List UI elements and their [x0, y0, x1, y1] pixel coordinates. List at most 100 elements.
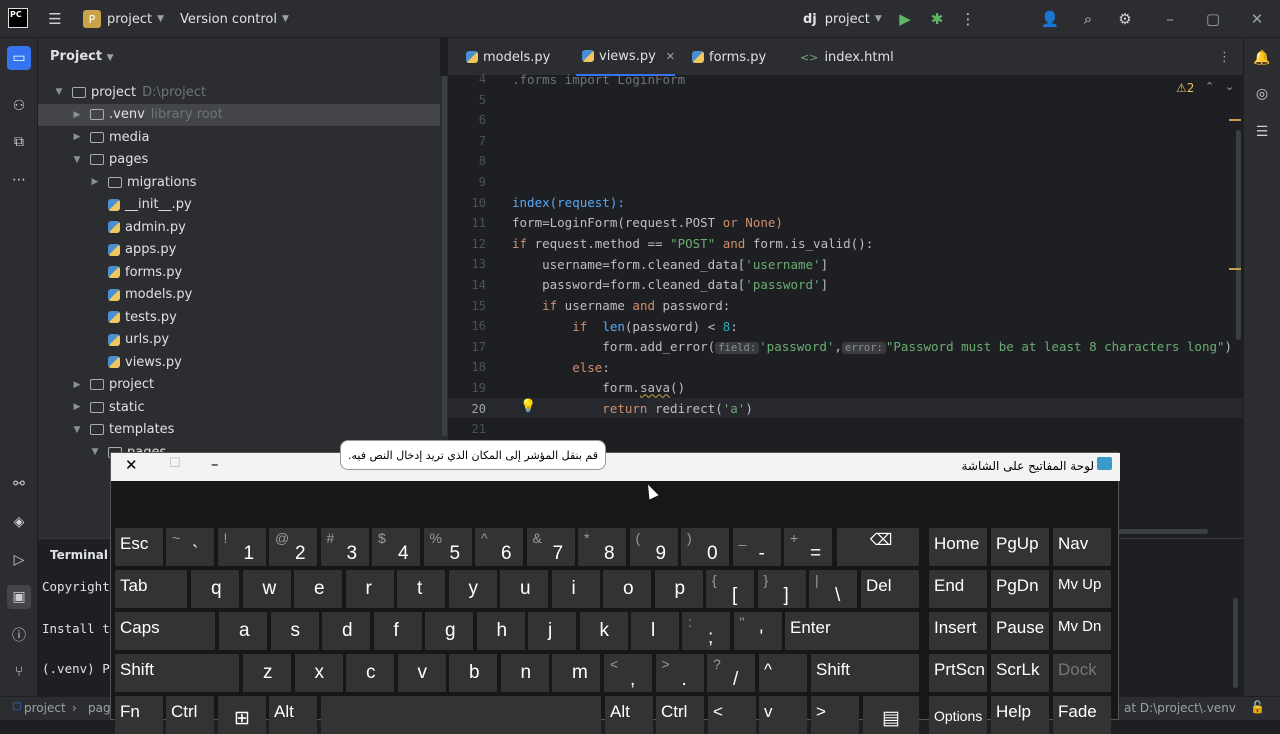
tab-views-py[interactable]: views.py ✕	[576, 38, 676, 76]
key-symbol[interactable]: {[	[706, 570, 754, 608]
key-caps[interactable]: Caps	[115, 612, 215, 650]
key-letter[interactable]: j	[528, 612, 576, 650]
key-symbol[interactable]: :;	[682, 612, 730, 650]
key-letter[interactable]: n	[500, 654, 549, 692]
key-windows[interactable]: ⊞	[218, 696, 266, 734]
key-digit[interactable]: @2	[269, 528, 317, 566]
run-config-selector[interactable]: dj project ▼	[803, 0, 882, 38]
key-letter[interactable]: x	[294, 654, 343, 692]
key-pgdn[interactable]: PgDn	[991, 570, 1049, 608]
chevron-down-icon[interactable]: ▼	[88, 447, 102, 457]
key-letter[interactable]: i	[551, 570, 600, 608]
key-letter[interactable]: m	[552, 654, 600, 692]
lock-icon[interactable]: 🔓	[1250, 700, 1265, 714]
close-tab-icon[interactable]: ✕	[666, 50, 675, 63]
key-symbol[interactable]: }]	[757, 570, 806, 608]
key-digit[interactable]: _ -	[732, 528, 781, 566]
tree-item[interactable]: tests.py	[38, 306, 440, 328]
key-esc[interactable]: Esc	[115, 528, 163, 566]
key-digit[interactable]: ~ `	[166, 528, 214, 566]
osk-close-icon[interactable]: ✕	[125, 456, 138, 474]
key-pause[interactable]: Pause	[991, 612, 1049, 650]
key-alt-right[interactable]: Alt	[605, 696, 653, 734]
key-dock[interactable]: Dock	[1053, 654, 1111, 692]
key-digit[interactable]: ) 0	[681, 528, 729, 566]
python-console-icon[interactable]: ⚯	[7, 472, 31, 496]
run-icon[interactable]: ▶	[895, 9, 915, 29]
chevron-right-icon[interactable]: ▶	[70, 402, 84, 412]
tab-index-html[interactable]: <> index.html	[800, 38, 894, 76]
key-arrow-up[interactable]: ^	[759, 654, 807, 692]
key-letter[interactable]: g	[425, 612, 473, 650]
key-symbol[interactable]: | \	[809, 570, 857, 608]
run-tool-icon[interactable]: ▷	[7, 548, 31, 572]
chevron-down-icon[interactable]: ▼	[70, 155, 84, 165]
chevron-down-icon[interactable]: ▼	[70, 425, 84, 435]
tree-item[interactable]: ▶ media	[38, 126, 440, 148]
key-space[interactable]	[321, 696, 601, 734]
layers-icon[interactable]: ◈	[7, 510, 31, 534]
main-menu-icon[interactable]: ☰	[45, 9, 65, 29]
prev-highlight-icon[interactable]: ⌃	[1205, 80, 1214, 93]
project-switcher[interactable]: P project ▼	[83, 0, 164, 38]
tree-item[interactable]: ▶ static	[38, 396, 440, 418]
key-fn[interactable]: Fn	[115, 696, 163, 734]
maximize-icon[interactable]: ▢	[1203, 9, 1223, 29]
key-del[interactable]: Del	[861, 570, 919, 608]
key-ctrl-right[interactable]: Ctrl	[656, 696, 704, 734]
key-letter[interactable]: b	[449, 654, 497, 692]
key-home[interactable]: Home	[929, 528, 987, 566]
breadcrumb-project[interactable]: project	[24, 701, 66, 715]
more-actions-icon[interactable]: ⋮	[958, 9, 978, 29]
next-highlight-icon[interactable]: ⌄	[1225, 80, 1234, 93]
tab-models-py[interactable]: models.py	[460, 38, 550, 76]
key-end[interactable]: End	[929, 570, 987, 608]
structure-icon[interactable]: ⚇	[7, 94, 31, 118]
key-insert[interactable]: Insert	[929, 612, 987, 650]
key-letter[interactable]: w	[242, 570, 291, 608]
key-help[interactable]: Help	[991, 696, 1049, 734]
version-control-menu[interactable]: Version control ▼	[180, 0, 289, 38]
add-user-icon[interactable]: 👤	[1040, 9, 1060, 29]
settings-gear-icon[interactable]: ⚙	[1115, 9, 1135, 29]
breadcrumb-pages[interactable]: pag	[88, 701, 111, 715]
key-shift-right[interactable]: Shift	[811, 654, 919, 692]
key-shift-left[interactable]: Shift	[115, 654, 239, 692]
key-digit[interactable]: + =	[784, 528, 832, 566]
services-icon[interactable]: ⧉	[7, 130, 31, 154]
chevron-right-icon[interactable]: ▶	[88, 177, 102, 187]
key-letter[interactable]: d	[322, 612, 370, 650]
tree-item[interactable]: views.py	[38, 351, 440, 373]
terminal-scrollbar[interactable]	[1233, 598, 1238, 688]
key-scrlk[interactable]: ScrLk	[991, 654, 1049, 692]
key-letter[interactable]: o	[603, 570, 651, 608]
search-icon[interactable]: ⌕	[1078, 9, 1098, 29]
tabs-more-icon[interactable]: ⋮	[1218, 38, 1231, 76]
close-window-icon[interactable]: ✕	[1247, 9, 1267, 29]
problems-icon[interactable]: ⓘ	[7, 623, 31, 647]
key-letter[interactable]: f	[373, 612, 422, 650]
tree-item[interactable]: models.py	[38, 284, 440, 306]
project-panel-title[interactable]: Project ▼	[50, 49, 114, 64]
key-nav[interactable]: Nav	[1053, 528, 1111, 566]
key-letter[interactable]: q	[191, 570, 239, 608]
chevron-down-icon[interactable]: ▼	[52, 87, 66, 97]
key-digit[interactable]: ! 1	[217, 528, 266, 566]
key-digit[interactable]: & 7	[526, 528, 575, 566]
key-digit[interactable]: (9	[629, 528, 678, 566]
editor-scrollbar[interactable]	[1236, 130, 1241, 340]
tab-forms-py[interactable]: forms.py	[686, 38, 766, 76]
warnings-indicator[interactable]: ⚠2	[1176, 81, 1194, 95]
key-arrow-right[interactable]: >	[811, 696, 859, 734]
key-symbol[interactable]: >.	[655, 654, 704, 692]
chevron-right-icon[interactable]: ▶	[70, 110, 84, 120]
key-ctrl-left[interactable]: Ctrl	[166, 696, 214, 734]
key-digit[interactable]: * 8	[578, 528, 626, 566]
notifications-bell-icon[interactable]: 🔔	[1250, 46, 1274, 70]
key-digit[interactable]: % 5	[423, 528, 472, 566]
key-pgup[interactable]: PgUp	[991, 528, 1049, 566]
key-letter[interactable]: r	[345, 570, 394, 608]
minimize-icon[interactable]: –	[1160, 9, 1180, 29]
more-tools-icon[interactable]: ⋯	[7, 168, 31, 192]
key-symbol[interactable]: " '	[733, 612, 782, 650]
